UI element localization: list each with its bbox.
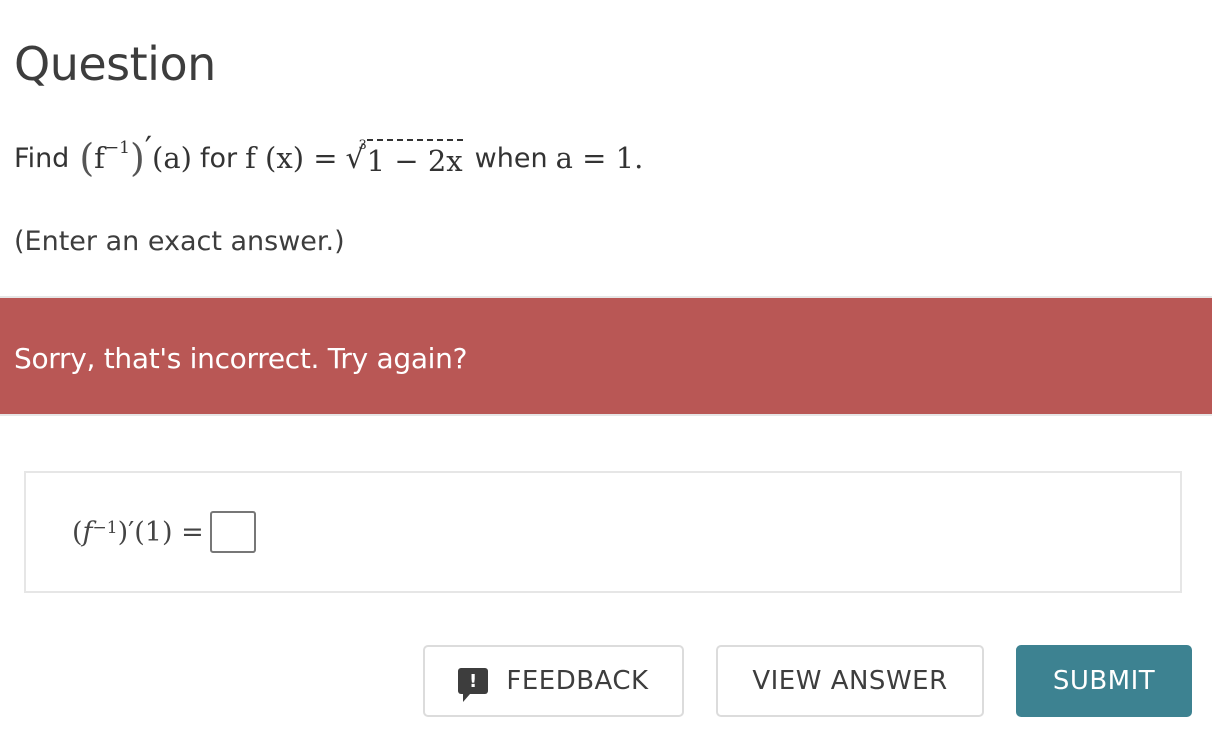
answer-open-paren: ( [72, 516, 83, 548]
submit-button[interactable]: SUBMIT [1016, 645, 1192, 717]
question-page: Question Find ( f−1 ) ′ (a) for f (x) = … [0, 0, 1212, 738]
view-answer-label: VIEW ANSWER [752, 666, 948, 696]
inverse-base: f [94, 141, 105, 175]
banner-message: Sorry, that's incorrect. Try again? [14, 342, 468, 375]
question-prompt: Find ( f−1 ) ′ (a) for f (x) = √ 3 1 − 2x… [14, 129, 644, 186]
prompt-when-word: when [474, 142, 548, 174]
condition: a = 1. [555, 141, 644, 175]
feedback-label: FEEDBACK [506, 666, 649, 696]
incorrect-banner: Sorry, that's incorrect. Try again? [0, 296, 1212, 416]
root-index: 3 [358, 137, 367, 153]
open-paren: ( [79, 136, 95, 180]
argument-a: (a) [152, 141, 192, 175]
close-paren: ) [129, 136, 145, 180]
page-title: Question [14, 37, 216, 91]
prompt-find-word: Find [14, 142, 70, 174]
prime-mark: ′ [144, 129, 153, 167]
answer-instruction: (Enter an exact answer.) [14, 226, 345, 257]
feedback-icon: ! [458, 668, 489, 702]
answer-exponent: −1 [92, 518, 118, 538]
answer-expression: ( f −1 )′(1) = [72, 511, 256, 553]
answer-f: f [82, 516, 93, 548]
answer-lhs-rest: )′(1) = [117, 516, 204, 548]
inverse-function: f−1 [94, 138, 130, 175]
radicand: 1 − 2x [366, 138, 463, 178]
feedback-button[interactable]: ! FEEDBACK [423, 645, 684, 717]
answer-box: ( f −1 )′(1) = [24, 471, 1182, 593]
function-lhs: f (x) = [245, 141, 338, 175]
inverse-exponent: −1 [104, 138, 130, 159]
submit-label: SUBMIT [1052, 666, 1156, 696]
answer-input[interactable] [209, 511, 256, 553]
prompt-for-word: for [199, 142, 238, 174]
view-answer-button[interactable]: VIEW ANSWER [716, 645, 984, 717]
cube-root: √ 3 [345, 137, 367, 176]
